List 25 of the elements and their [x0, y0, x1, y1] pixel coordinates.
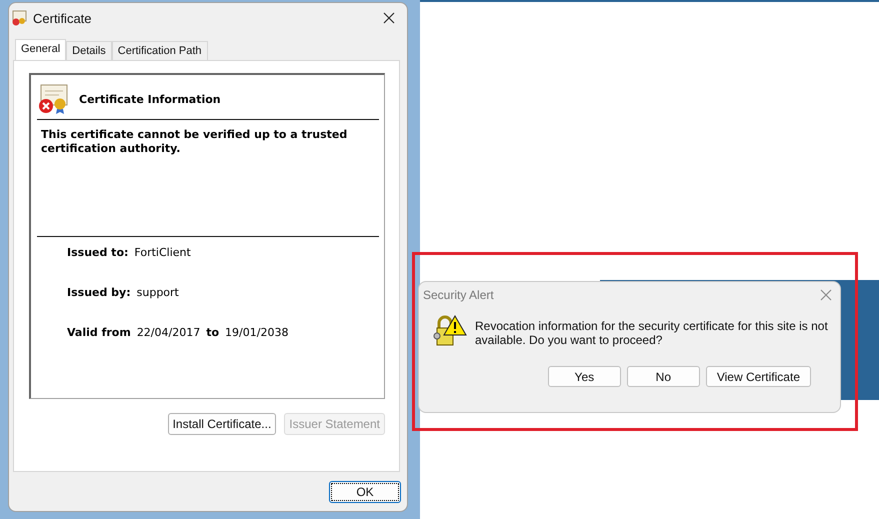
- field-label: Issued to:: [67, 246, 128, 259]
- tab[interactable]: Certification Path: [112, 41, 208, 60]
- dialog-title: Security Alert: [423, 288, 494, 302]
- dialog-button[interactable]: No: [626, 366, 700, 387]
- certificate-message: This certificate cannot be verified up to a trusted certification authority.: [37, 120, 379, 237]
- field-label: Issued by:: [67, 286, 131, 299]
- ok-button[interactable]: OK: [329, 480, 401, 502]
- field-value: 22/04/2017: [136, 326, 200, 339]
- padlock-warning-icon: [433, 314, 467, 348]
- field-value: FortiClient: [134, 246, 191, 259]
- alert-message: Revocation information for the security certificate for this site is not available. Do you want to proceed?: [475, 318, 829, 348]
- dialog-button[interactable]: View Certificate: [706, 366, 811, 387]
- field-label: Valid from: [67, 326, 131, 339]
- tab[interactable]: General: [15, 39, 66, 60]
- tab[interactable]: Details: [66, 41, 112, 60]
- certificate-error-icon: [37, 83, 69, 115]
- certificate-icon: [11, 10, 27, 26]
- field-value: 19/01/2038: [225, 326, 288, 339]
- field-value: support: [136, 286, 179, 299]
- dialog-button[interactable]: Yes: [548, 366, 621, 387]
- dialog-button[interactable]: Install Certificate...: [168, 413, 276, 435]
- section-heading: Certificate Information: [79, 92, 221, 106]
- field-label: to: [206, 326, 220, 339]
- window-title: Certificate: [33, 10, 93, 26]
- close-icon[interactable]: [383, 12, 395, 24]
